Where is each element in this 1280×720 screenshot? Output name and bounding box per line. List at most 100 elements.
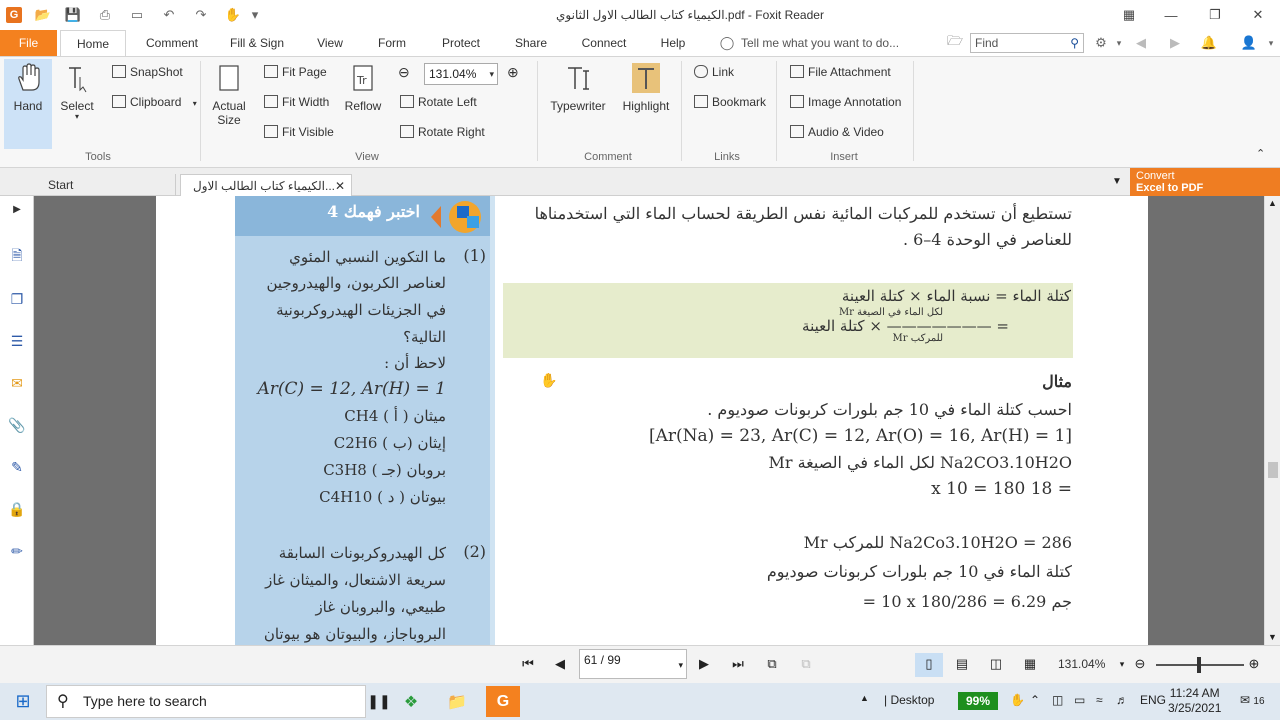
find-input[interactable]: Find ⚲ <box>970 33 1084 53</box>
user-icon[interactable]: 👤 <box>1240 34 1258 52</box>
document-view[interactable]: اختبر فهمك 4 (1) ما التكوين النسبي المئو… <box>34 196 1264 645</box>
fit-page-button[interactable]: Fit Page <box>264 61 327 83</box>
language-indicator[interactable]: ENG <box>1140 693 1166 707</box>
tab-view[interactable]: View <box>308 30 352 56</box>
next-icon[interactable]: ▶ <box>1166 34 1184 52</box>
audio-video-button[interactable]: Audio & Video <box>790 121 884 143</box>
scroll-up-icon[interactable]: ▲ <box>1268 198 1277 208</box>
task-view-icon[interactable]: ❚❚ <box>362 686 396 717</box>
tab-list-dropdown-icon[interactable]: ▼ <box>1112 176 1122 187</box>
bookmarks-icon[interactable]: 🗎 <box>8 247 26 266</box>
highlight-button[interactable]: Highlight <box>620 59 672 113</box>
search-folder-icon[interactable]: 🗁 <box>946 33 964 52</box>
taskbar-clock[interactable]: 11:24 AM 3/25/2021 <box>1168 686 1221 716</box>
next-view-icon[interactable]: ⧉ <box>796 654 816 674</box>
fit-visible-button[interactable]: Fit Visible <box>264 121 334 143</box>
tab-help[interactable]: Help <box>652 30 694 56</box>
zoom-select[interactable]: 131.04% ▾ <box>424 63 498 85</box>
zoom-dropdown-icon[interactable]: ▾ <box>489 64 494 84</box>
first-page-icon[interactable]: ⏮ <box>518 654 538 674</box>
show-hidden-icons[interactable]: ⌃ <box>1030 693 1040 707</box>
close-tab-icon[interactable]: ✕ <box>335 175 345 197</box>
tell-me-search[interactable]: Tell me what you want to do... <box>741 30 899 56</box>
battery-icon[interactable]: ▭ <box>1074 693 1085 707</box>
foxit-reader-taskbar-icon[interactable]: G <box>486 686 520 717</box>
security-lock-icon[interactable]: 🔒 <box>8 500 26 518</box>
undo-icon[interactable]: ↶ <box>158 6 180 24</box>
next-page-icon[interactable]: ▶ <box>694 654 714 674</box>
layout-icon[interactable]: ▦ <box>1114 5 1144 25</box>
scroll-down-icon[interactable]: ▼ <box>1268 632 1277 642</box>
save-icon[interactable]: 💾 <box>62 6 84 24</box>
open-icon[interactable]: 📂 <box>32 6 54 24</box>
scroll-thumb[interactable] <box>1268 462 1278 478</box>
attachments-icon[interactable]: 📎 <box>8 416 26 434</box>
snapshot-button[interactable]: SnapShot <box>112 61 183 83</box>
minimize-button[interactable]: — <box>1156 5 1186 25</box>
convert-excel-to-pdf-ad[interactable]: Convert Excel to PDF <box>1130 168 1280 196</box>
zoom-in-icon[interactable]: ⊕ <box>507 61 519 83</box>
select-dropdown-icon[interactable]: ▾ <box>58 113 96 121</box>
fit-width-button[interactable]: Fit Width <box>264 91 329 113</box>
window-icon[interactable]: ▭ <box>126 6 148 24</box>
typewriter-button[interactable]: Typewriter <box>546 59 610 113</box>
tab-share[interactable]: Share <box>506 30 556 56</box>
collapse-ribbon-icon[interactable]: ⌃ <box>1256 143 1265 165</box>
wifi-icon[interactable]: ≈ <box>1096 693 1103 707</box>
bell-icon[interactable]: 🔔 <box>1200 34 1218 52</box>
last-page-icon[interactable]: ⏭ <box>728 654 748 674</box>
reflow-button[interactable]: Tr Reflow <box>342 59 384 113</box>
tab-connect[interactable]: Connect <box>574 30 634 56</box>
zoom-level[interactable]: 131.04% <box>1058 657 1105 671</box>
previous-page-icon[interactable]: ◀ <box>550 654 570 674</box>
hand-tool-quick-icon[interactable]: ✋ <box>222 6 244 24</box>
notifications-icon[interactable]: ✉ 16 <box>1240 693 1265 707</box>
page-dropdown-icon[interactable]: ▾ <box>678 660 683 671</box>
file-attachment-button[interactable]: File Attachment <box>790 61 891 83</box>
actual-size-button[interactable]: Actual Size <box>206 59 252 127</box>
redo-icon[interactable]: ↷ <box>190 6 212 24</box>
file-explorer-icon[interactable]: 📁 <box>440 686 474 717</box>
select-tool-button[interactable]: Select ▾ <box>58 59 96 121</box>
continuous-page-icon[interactable]: ▤ <box>952 654 972 674</box>
search-icon[interactable]: ⚲ <box>1070 34 1079 52</box>
tab-protect[interactable]: Protect <box>432 30 490 56</box>
windows-start-icon[interactable]: ⊞ <box>0 683 46 720</box>
app-icon[interactable]: ❖ <box>394 686 428 717</box>
tab-comment[interactable]: Comment <box>138 30 206 56</box>
zoom-slider-thumb[interactable] <box>1197 657 1201 673</box>
battery-status[interactable]: 99% <box>958 692 998 710</box>
layers-icon[interactable]: ☰ <box>8 332 26 350</box>
rotate-left-button[interactable]: Rotate Left <box>400 91 477 113</box>
previous-icon[interactable]: ◀ <box>1132 34 1150 52</box>
image-annotation-button[interactable]: Image Annotation <box>790 91 901 113</box>
tab-home[interactable]: Home <box>60 30 126 56</box>
user-dropdown-icon[interactable]: ▾ <box>1262 34 1280 52</box>
rotate-right-button[interactable]: Rotate Right <box>400 121 485 143</box>
zoom-out-icon[interactable]: ⊖ <box>398 61 410 83</box>
taskbar-search-input[interactable]: ⚲ Type here to search <box>46 685 366 718</box>
clipboard-dropdown-icon[interactable]: ▾ <box>193 99 197 108</box>
tab-fill-sign[interactable]: Fill & Sign <box>224 30 290 56</box>
gear-icon[interactable]: ⚙ <box>1092 34 1110 52</box>
facing-page-icon[interactable]: ◫ <box>986 654 1006 674</box>
tray-expand-icon[interactable]: ▲ <box>860 693 869 703</box>
comments-icon[interactable]: ✉ <box>8 374 26 392</box>
continuous-facing-icon[interactable]: ▦ <box>1020 654 1040 674</box>
volume-icon[interactable]: ♬ <box>1116 693 1128 707</box>
pen-icon[interactable]: ✏ <box>8 542 26 560</box>
tray-icon[interactable]: ✋ <box>1010 693 1025 707</box>
hand-tool-button[interactable]: Hand <box>4 59 52 149</box>
clipboard-button[interactable]: Clipboard ▾ <box>112 91 197 113</box>
vertical-scrollbar[interactable]: ▲ ▼ <box>1264 196 1280 645</box>
tray-app-icon[interactable]: ◫ <box>1052 693 1063 707</box>
zoom-in-icon[interactable]: ⊕ <box>1244 654 1264 674</box>
desktop-toolbar[interactable]: | Desktop <box>884 693 934 707</box>
tab-form[interactable]: Form <box>370 30 414 56</box>
pages-icon[interactable]: ❐ <box>8 290 26 308</box>
tab-start[interactable]: Start <box>36 174 176 196</box>
tab-file[interactable]: File <box>0 30 57 56</box>
zoom-out-icon[interactable]: ⊖ <box>1130 654 1150 674</box>
expand-panel-icon[interactable]: ▶ <box>8 200 26 218</box>
signatures-icon[interactable]: ✎ <box>8 458 26 476</box>
